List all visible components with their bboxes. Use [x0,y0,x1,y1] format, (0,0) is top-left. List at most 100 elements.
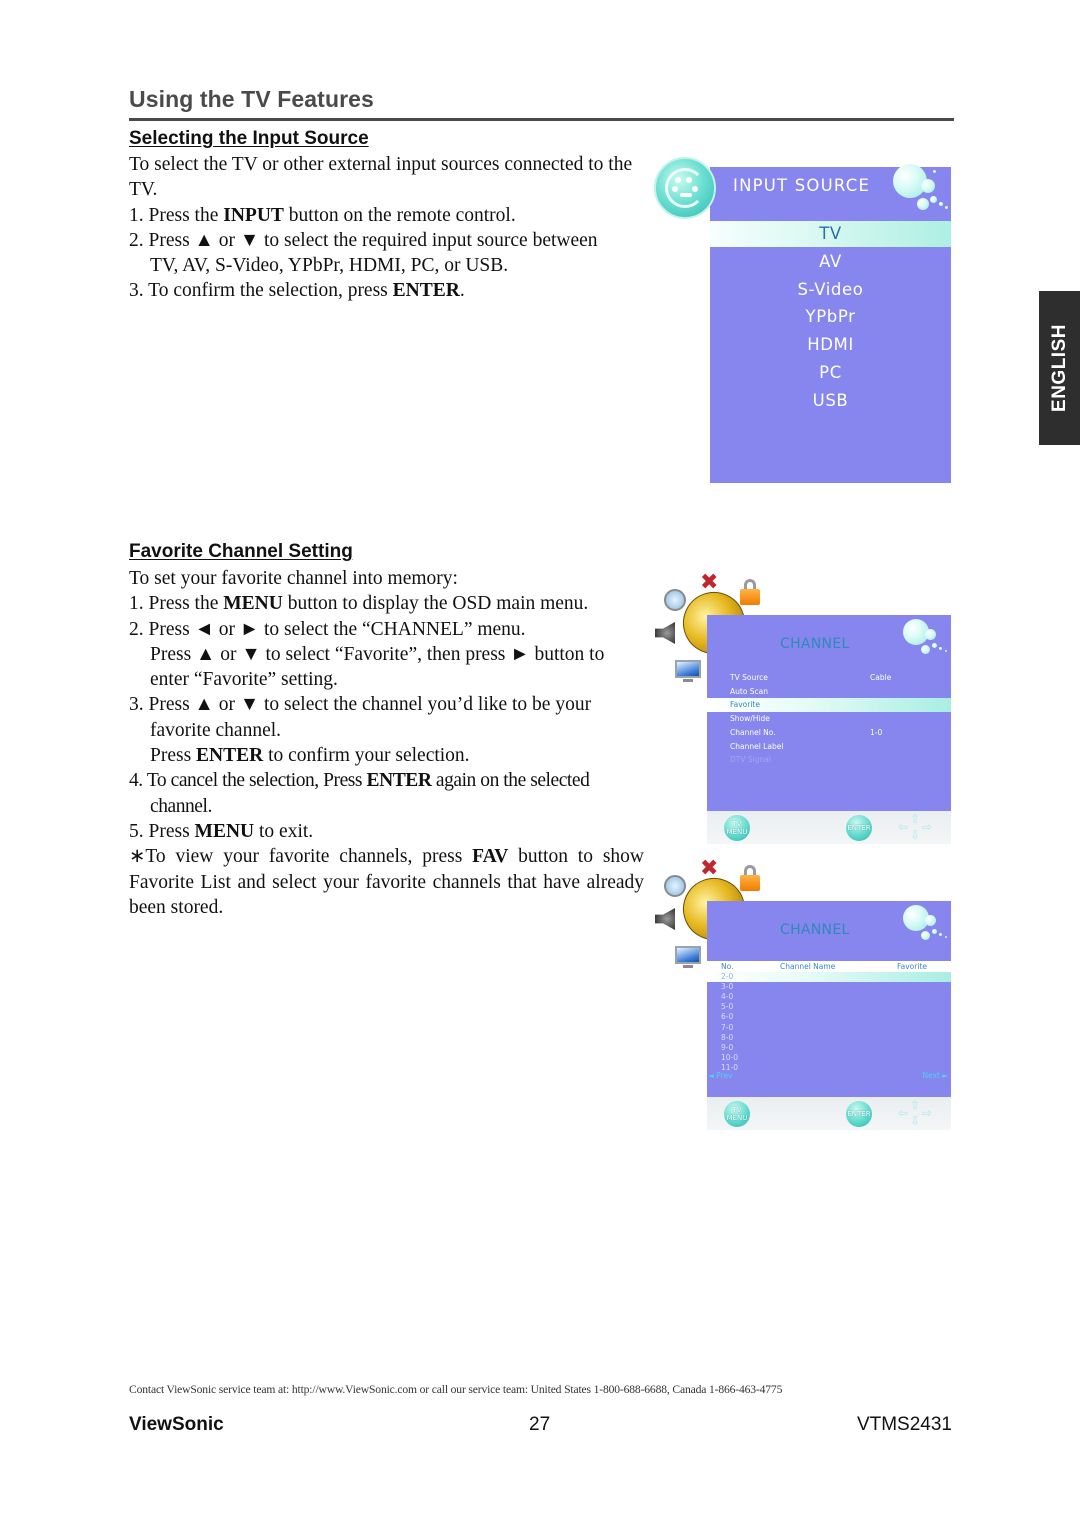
channel-number: 3-0 [721,982,734,992]
bubbles-decoration-icon [903,619,953,664]
channel-number: 6-0 [721,1012,734,1022]
channel-menu-row: TV Source Cable [707,671,951,685]
section-heading-input-source: Selecting the Input Source [129,128,369,149]
tools-icon: ✖ [700,855,719,880]
channel-menu-label: Auto Scan [730,686,769,696]
next-page-link: Next ► [922,1071,948,1080]
osd-title: CHANNEL [780,636,850,652]
channel-number: 5-0 [721,1002,734,1012]
monitor-icon [675,660,701,678]
channel-menu-row: Auto Scan [707,685,951,699]
favorite-step-3: 3. Press ▲ or ▼ to select the channel yo… [129,694,592,741]
favorite-note: ∗To view your favorite channels, press F… [129,846,644,918]
title-divider [129,118,954,121]
bubbles-decoration-icon [893,164,953,219]
channel-menu-value: Cable [870,673,892,682]
brand-name: ViewSonic [129,1414,224,1435]
input-source-option: AV [819,251,842,271]
favorite-list-row: 2-0 [707,972,951,982]
input-source-option: USB [812,390,849,410]
favorite-list-pagination: ◄ Prev Next ► [707,1071,951,1081]
channel-menu-label: DTV Signal [730,755,771,765]
favorite-step-1: 1. Press the MENU button to display the … [129,593,589,615]
channel-number: 4-0 [721,992,734,1002]
channel-menu-label: TV Source [730,673,768,682]
channel-number: 9-0 [721,1042,734,1052]
input-step-2: 2. Press ▲ or ▼ to select the required i… [129,229,598,251]
model-number: VTMS2431 [856,1414,952,1435]
speaker-icon [655,908,675,930]
channel-number: 10-0 [721,1052,739,1062]
channel-number: 7-0 [721,1022,734,1032]
favorite-list-row: 5-0 [707,1002,951,1012]
input-source-osd-screenshot: INPUT SOURCE TV AV S-Video YPbPr HDMI PC USB [640,150,960,490]
lock-icon [740,875,760,891]
osd-title: INPUT SOURCE [733,176,871,195]
favorite-list-row: 7-0 [707,1023,951,1033]
channel-number: 8-0 [721,1032,734,1042]
input-source-option: HDMI [807,335,854,355]
lock-icon [740,589,760,605]
channel-menu-row: Favorite ◇ [707,698,951,713]
input-source-list: TV AV S-Video YPbPr HDMI PC USB [710,219,951,483]
section-heading-favorite-channel: Favorite Channel Setting [129,541,353,562]
input-source-option: S-Video [797,279,864,299]
speaker-icon [655,622,675,644]
input-source-option: YPbPr [805,307,856,327]
input-source-instructions: To select the TV or other external input… [129,152,644,304]
tv-menu-button-icon: TV MENU [724,1101,750,1127]
submenu-arrow-icon: ◇ [941,700,948,710]
favorite-list-row: 8-0 [707,1033,951,1043]
tv-menu-button-icon: TV MENU [724,815,750,841]
dpad-arrows-icon: ⇧ ⇩ ⇦ ⇨ [898,1098,933,1128]
channel-menu-row: DTV Signal [707,753,951,767]
dpad-arrows-icon: ⇧ ⇩ ⇦ ⇨ [898,812,933,842]
favorite-step-2: 2. Press ◄ or ► to select the “CHANNEL” … [129,618,526,640]
page-number: 27 [529,1414,551,1435]
channel-menu-row: Channel No. 1-0 [707,726,951,740]
enter-button-icon: ENTER [846,815,872,841]
prev-page-link: ◄ Prev [708,1071,733,1080]
monitor-stand [683,965,693,968]
favorite-step-3b: Press ENTER to confirm your selection. [150,745,470,767]
favorite-list-row: 3-0 [707,982,951,992]
channel-menu-value: 1-0 [870,727,883,737]
channel-menu-label: Favorite [730,700,760,710]
input-source-option: TV [710,221,951,247]
input-step-3: 3. To confirm the selection, press ENTER… [129,280,465,302]
page-title: Using the TV Features [129,86,374,112]
osd-title: CHANNEL [780,922,850,938]
channel-number: 2-0 [721,972,734,981]
favorite-list-row: 10-0 [707,1053,951,1063]
favorite-step-2b: Press ▲ or ▼ to select “Favorite”, then … [150,643,605,691]
favorite-intro: To set your favorite channel into memory… [129,568,458,589]
favorite-list-row: 4-0 [707,992,951,1002]
input-step-1: 1. Press the INPUT button on the remote … [129,204,516,226]
enter-button-icon: ENTER [846,1101,872,1127]
input-source-intro: To select the TV or other external input… [129,154,633,201]
monitor-icon [675,946,701,964]
favorite-list-row: 9-0 [707,1043,951,1053]
input-source-icon [654,157,716,219]
stopwatch-icon [664,589,686,611]
favorite-step-5: 5. Press MENU to exit. [129,820,314,842]
stopwatch-icon [664,875,686,897]
favorite-channel-instructions: To set your favorite channel into memory… [129,566,644,920]
contact-info: Contact ViewSonic service team at: http:… [129,1383,783,1396]
input-step-2-sources: TV, AV, S-Video, YPbPr, HDMI, PC, or USB… [150,255,509,277]
favorite-list-row: 6-0 [707,1012,951,1022]
channel-menu-row: Show/Hide [707,712,951,726]
channel-menu-label: Channel No. [730,727,776,737]
favorite-list-osd-screenshot: ✖ CHANNEL No. Channel Name Favorite 2-0 3… [650,851,960,1136]
channel-menu-label: Show/Hide [730,714,770,724]
bubbles-decoration-icon [903,905,953,950]
language-tab: ENGLISH [1039,291,1080,445]
channel-osd-screenshot: ✖ CHANNEL TV Source Cable Auto Scan Favorit… [650,565,960,850]
favorite-step-4: 4. To cancel the selection, Press ENTER … [129,770,590,817]
channel-menu-row: Channel Label [707,740,951,754]
tools-icon: ✖ [700,569,719,594]
monitor-stand [683,679,693,682]
channel-menu-label: Channel Label [730,741,784,751]
input-source-option: PC [819,363,842,382]
language-tab-label: ENGLISH [1048,324,1070,412]
